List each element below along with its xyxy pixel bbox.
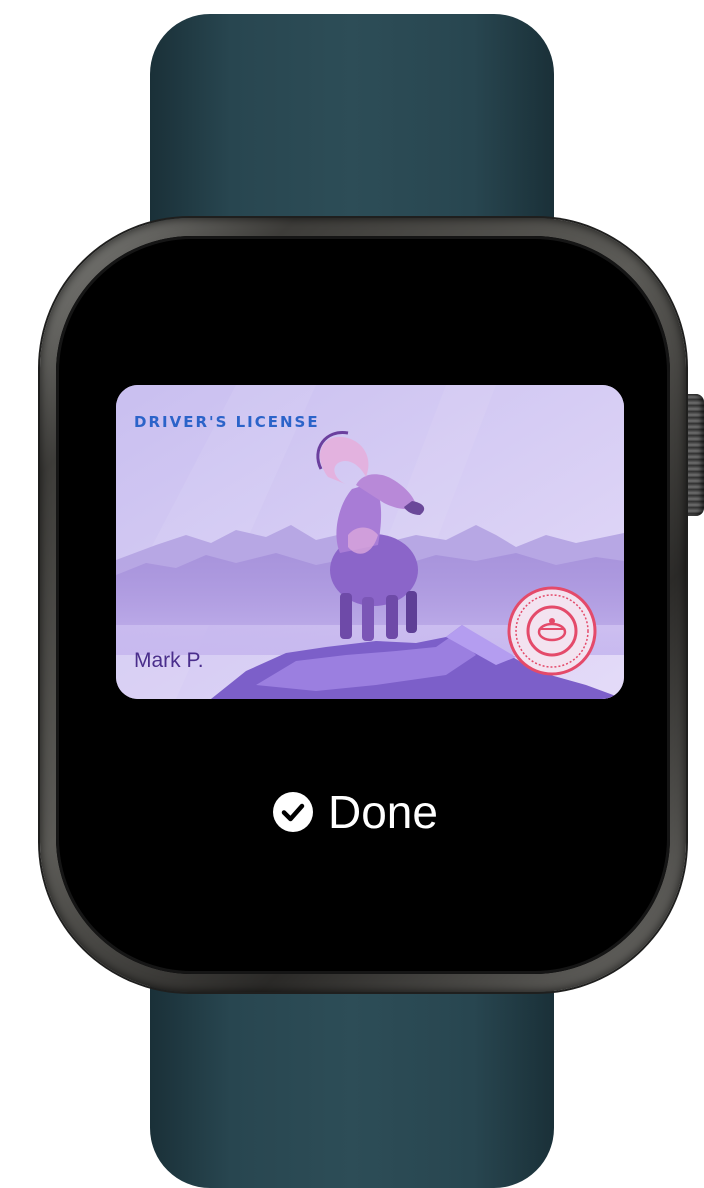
- done-status: Done: [272, 784, 438, 840]
- done-label: Done: [328, 786, 438, 838]
- card-title: DRIVER'S LICENSE: [134, 413, 320, 431]
- checkmark-circle-icon: [273, 792, 313, 832]
- card-holder-name: Mark P.: [134, 649, 204, 672]
- state-seal-icon: [507, 586, 597, 676]
- drivers-license-card[interactable]: DRIVER'S LICENSE Mark P.: [116, 385, 624, 699]
